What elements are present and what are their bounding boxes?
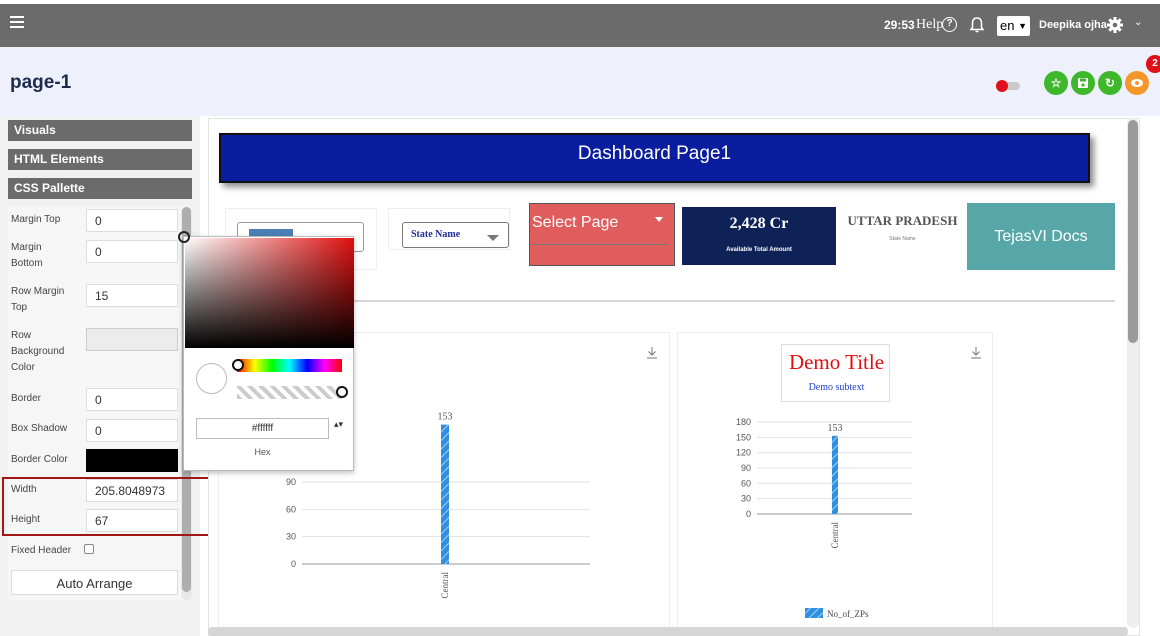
row-background-color-input[interactable]	[86, 328, 178, 351]
select-underline	[532, 244, 667, 245]
canvas-scroll-thumb[interactable]	[1128, 120, 1138, 343]
language-value: en	[1000, 18, 1015, 33]
notification-badge: 2	[1146, 55, 1160, 73]
download-icon[interactable]	[646, 346, 658, 359]
legend-swatch	[805, 608, 823, 618]
row-margin-top-label: Row Margin Top	[11, 286, 65, 313]
y-tick-label: 60	[286, 504, 296, 514]
dashboard-title[interactable]: Dashboard Page1	[219, 133, 1090, 183]
y-tick-label: 90	[286, 477, 296, 487]
x-tick-label: Central	[830, 522, 840, 549]
legend-label: No_of_ZPs	[827, 609, 869, 619]
chart-title-box: Demo Title Demo subtext	[781, 344, 890, 402]
saturation-value-area[interactable]	[185, 238, 354, 348]
margin-top-input[interactable]: 0	[86, 209, 178, 232]
y-tick-label: 0	[291, 559, 296, 569]
border-color-label: Border Color	[11, 454, 68, 465]
save-icon	[1078, 78, 1088, 88]
amount-value: 2,428 Cr	[729, 215, 789, 232]
gear-icon[interactable]	[1106, 16, 1124, 34]
eye-icon	[1131, 79, 1143, 87]
box-shadow-input[interactable]: 0	[86, 419, 178, 442]
hue-slider-handle[interactable]	[232, 359, 244, 371]
refresh-button[interactable]: ↻	[1098, 71, 1122, 95]
bell-icon[interactable]	[969, 16, 985, 34]
state-card[interactable]: UTTAR PRADESH State Name	[845, 203, 960, 269]
page-title: page-1	[10, 72, 72, 93]
fixed-header-label: Fixed Header	[11, 545, 72, 556]
chart-subtitle: Demo subtext	[808, 382, 865, 393]
canvas-horizontal-scrollbar[interactable]	[208, 627, 1128, 636]
width-height-highlight-box	[2, 477, 218, 536]
row-background-color-label: Row Background Color	[11, 330, 65, 373]
amount-label: Available Total Amount	[726, 247, 792, 253]
hue-slider[interactable]	[237, 359, 342, 372]
state-card-subtitle: State Name	[889, 236, 916, 242]
preview-button[interactable]	[1125, 71, 1149, 95]
fixed-header-checkbox[interactable]	[84, 544, 94, 554]
user-name[interactable]: Deepika ojha	[1039, 19, 1107, 31]
y-tick-label: 90	[741, 463, 751, 473]
alpha-slider[interactable]	[237, 386, 342, 399]
row-margin-top-input[interactable]: 15	[86, 284, 178, 307]
user-menu-chevron-icon[interactable]: ⌄	[1134, 17, 1142, 28]
chevron-down-icon: ▼	[1018, 21, 1027, 31]
bar-chart-2: 0 30 60 90 120 150 180 153 Central No_of_ZPs	[736, 417, 912, 619]
page-header	[0, 47, 1160, 116]
language-select[interactable]: en ▼	[997, 16, 1030, 36]
border-input[interactable]: 0	[86, 388, 178, 411]
section-css-pallette[interactable]: CSS Pallette	[8, 178, 192, 199]
docs-button[interactable]: TejasVI Docs	[967, 203, 1115, 270]
format-toggle-arrows-icon[interactable]: ▴▾	[334, 420, 343, 429]
hamburger-menu-icon[interactable]	[10, 16, 24, 28]
section-divider	[255, 300, 1115, 302]
bar	[832, 435, 838, 514]
session-timer: 29:53	[884, 18, 915, 32]
saturation-handle[interactable]	[178, 231, 190, 243]
caret-down-icon	[655, 217, 663, 222]
y-tick-label: 60	[741, 478, 751, 488]
help-link[interactable]: Help	[916, 17, 943, 33]
download-icon[interactable]	[970, 346, 982, 359]
bar	[441, 424, 449, 564]
y-tick-label: 30	[286, 532, 296, 542]
x-tick-label: Central	[440, 572, 450, 599]
top-navbar: 29:53 Help ? en ▼ Deepika ojha ⌄	[0, 4, 1160, 47]
amount-card[interactable]: 2,428 Cr Available Total Amount	[682, 207, 836, 265]
save-button[interactable]	[1071, 71, 1095, 95]
margin-top-label: Margin Top	[11, 214, 61, 225]
chart-title: Demo Title	[788, 350, 885, 374]
select-page-dropdown[interactable]: Select Page	[529, 203, 675, 266]
help-icon[interactable]: ?	[942, 17, 957, 32]
border-label: Border	[11, 393, 42, 404]
color-preview-swatch	[196, 363, 227, 394]
mode-toggle[interactable]	[996, 80, 1020, 92]
bar-data-label: 153	[438, 412, 453, 423]
margin-bottom-input[interactable]: 0	[86, 240, 178, 263]
box-shadow-label: Box Shadow	[11, 423, 68, 434]
y-tick-label: 0	[746, 509, 751, 519]
y-tick-label: 150	[736, 432, 751, 442]
margin-bottom-label: Margin Bottom	[11, 242, 43, 269]
hex-input[interactable]: #ffffff	[196, 418, 329, 439]
auto-arrange-button[interactable]: Auto Arrange	[11, 570, 178, 595]
y-tick-label: 30	[741, 494, 751, 504]
alpha-slider-handle[interactable]	[336, 386, 348, 398]
y-tick-label: 180	[736, 417, 751, 427]
section-visuals[interactable]: Visuals	[8, 120, 192, 141]
state-card-title: UTTAR PRADESH	[847, 213, 958, 228]
favorite-button[interactable]: ☆	[1044, 71, 1068, 95]
y-tick-label: 120	[736, 448, 751, 458]
section-html-elements[interactable]: HTML Elements	[8, 149, 192, 170]
chevron-down-icon	[487, 235, 499, 241]
bar-data-label: 153	[828, 423, 843, 434]
hex-label: Hex	[254, 447, 271, 457]
border-color-input[interactable]	[86, 449, 178, 472]
